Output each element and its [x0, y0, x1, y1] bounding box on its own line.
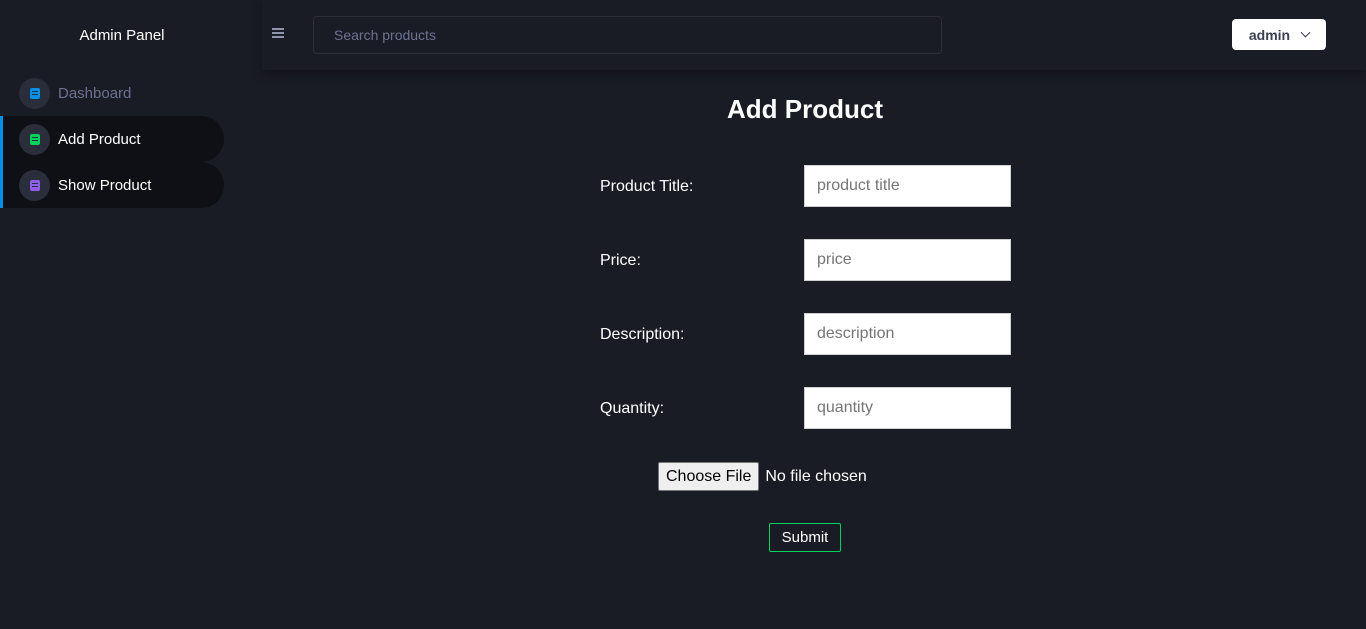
sidebar-item-show-product[interactable]: Show Product: [0, 162, 224, 208]
show-product-icon-wrap: [19, 169, 50, 201]
topbar: admin: [262, 0, 1366, 70]
quantity-input[interactable]: [804, 387, 1011, 429]
add-product-icon-wrap: [19, 123, 50, 155]
submit-button[interactable]: Submit: [769, 523, 841, 552]
price-label: Price:: [600, 252, 641, 269]
app-root: Admin Panel Dashboard Add Product Show P…: [0, 0, 1366, 629]
document-icon: [29, 133, 40, 145]
sidebar-item-label: Dashboard: [58, 84, 132, 102]
product-title-label: Product Title:: [600, 178, 694, 195]
search-input[interactable]: [313, 16, 942, 54]
sidebar: Admin Panel Dashboard Add Product Show P…: [0, 0, 262, 629]
price-input[interactable]: [804, 239, 1011, 281]
dashboard-icon-wrap: [19, 77, 50, 109]
page-title: Add Product: [727, 94, 883, 124]
user-dropdown-button[interactable]: admin: [1232, 19, 1326, 50]
sidebar-item-add-product[interactable]: Add Product: [0, 116, 224, 162]
sidebar-item-dashboard[interactable]: Dashboard: [0, 70, 224, 116]
document-icon: [29, 179, 40, 191]
brand-title[interactable]: Admin Panel: [0, 0, 244, 70]
file-upload: Choose File No file chosen: [658, 462, 867, 491]
choose-file-button[interactable]: Choose File: [658, 462, 760, 491]
quantity-label: Quantity:: [600, 400, 665, 417]
menu-toggle-icon[interactable]: [272, 28, 284, 38]
file-status-text: No file chosen: [765, 467, 867, 485]
user-label: admin: [1248, 26, 1291, 43]
sidebar-item-label: Add Product: [58, 130, 141, 148]
sidebar-item-label: Show Product: [58, 176, 152, 194]
chevron-down-icon: [1300, 27, 1311, 38]
product-title-input[interactable]: [804, 165, 1011, 207]
description-input[interactable]: [804, 313, 1011, 355]
document-icon: [29, 87, 40, 99]
description-label: Description:: [600, 326, 685, 343]
